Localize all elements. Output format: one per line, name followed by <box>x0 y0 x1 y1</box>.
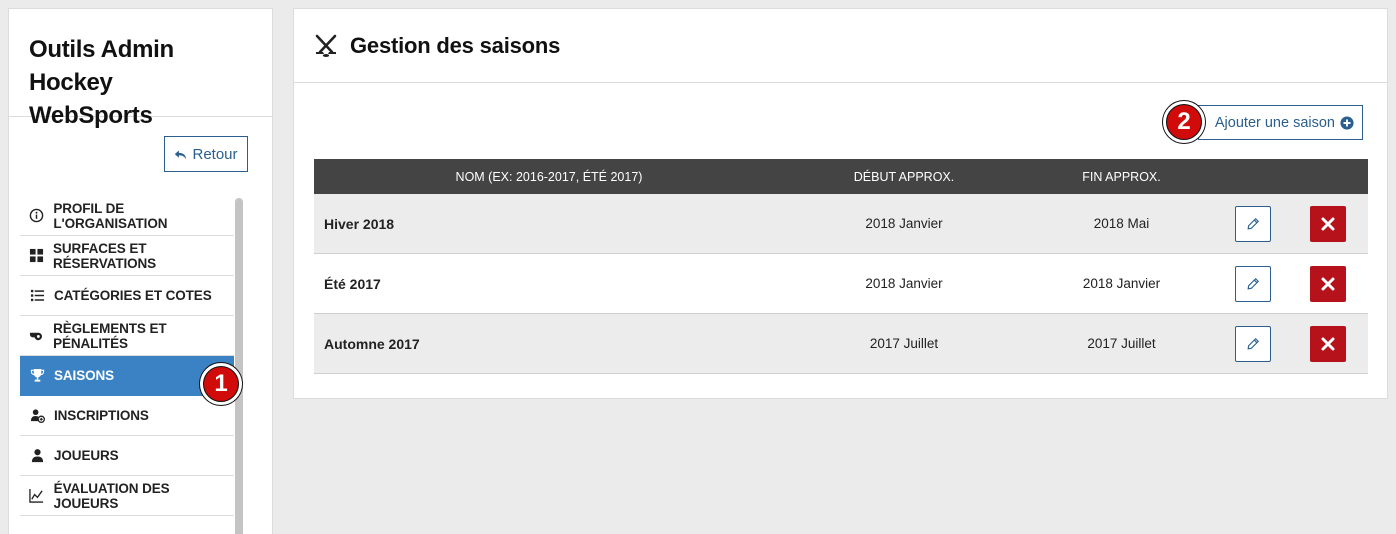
sidebar-item-label: Saisons <box>54 368 115 383</box>
back-button-label: Retour <box>192 145 238 163</box>
row-actions <box>1219 254 1368 313</box>
sidebar-item-label: Catégories et cotes <box>54 288 212 303</box>
sidebar-item-label: Évaluation des joueurs <box>53 480 170 511</box>
trophy-icon <box>29 368 45 384</box>
season-name: Automne 2017 <box>324 335 420 352</box>
sidebar-item-label: Joueurs <box>54 448 119 463</box>
back-row: Retour <box>9 117 272 187</box>
edit-button[interactable] <box>1235 206 1271 242</box>
table-header: Nom (ex: 2016-2017, été 2017) Début appr… <box>314 159 1368 194</box>
season-end: 2018 Mai <box>1093 216 1150 231</box>
row-actions <box>1219 194 1368 253</box>
table-row: Hiver 2018 2018 Janvier 2018 Mai <box>314 194 1368 254</box>
edit-button[interactable] <box>1235 266 1271 302</box>
season-start: 2017 Juillet <box>869 336 939 351</box>
sidebar-item-label: Surfaces et réservations <box>53 240 157 271</box>
list-icon <box>29 288 45 304</box>
line-chart-icon <box>29 488 45 504</box>
sidebar-item-label: Inscriptions <box>54 408 149 423</box>
header-end: Fin approx. <box>1082 169 1161 184</box>
edit-button[interactable] <box>1235 326 1271 362</box>
panel-header: Gestion des saisons <box>294 9 1387 83</box>
delete-button[interactable] <box>1310 326 1346 362</box>
close-icon <box>1321 337 1335 351</box>
reply-icon <box>175 149 187 159</box>
season-start: 2018 Janvier <box>865 276 943 291</box>
seasons-table: Nom (ex: 2016-2017, été 2017) Début appr… <box>314 159 1368 374</box>
table-row: Été 2017 2018 Janvier 2018 Janvier <box>314 254 1368 314</box>
season-name: Hiver 2018 <box>324 215 395 232</box>
header-name: Nom (ex: 2016-2017, été 2017) <box>455 169 643 184</box>
pencil-icon <box>1247 337 1260 350</box>
main-panel: Gestion des saisons Ajouter une saison N… <box>293 8 1388 399</box>
close-icon <box>1321 277 1335 291</box>
season-end: 2017 Juillet <box>1087 336 1156 351</box>
delete-button[interactable] <box>1310 206 1346 242</box>
app-title-line1: Outils Admin Hockey <box>29 36 174 96</box>
sidebar-header: Outils Admin Hockey WebSports <box>9 9 272 129</box>
callout-badge-2: 2 <box>1163 101 1205 143</box>
sidebar-item-surfaces[interactable]: Surfaces et réservations <box>20 236 234 276</box>
callout-badge-1: 1 <box>200 363 242 405</box>
add-season-button-label: Ajouter une saison <box>1214 114 1335 131</box>
row-actions <box>1219 314 1368 373</box>
hockey-sticks-icon <box>315 34 337 57</box>
back-button[interactable]: Retour <box>164 136 248 172</box>
header-actions <box>1219 159 1368 194</box>
user-add-icon <box>29 408 45 424</box>
sidebar-item-reglements[interactable]: Règlements et pénalités <box>20 316 234 356</box>
season-name: Été 2017 <box>324 275 381 292</box>
delete-button[interactable] <box>1310 266 1346 302</box>
sidebar-item-joueurs[interactable]: Joueurs <box>20 436 234 476</box>
grid-icon <box>29 248 44 264</box>
sidebar-item-categories[interactable]: Catégories et cotes <box>20 276 234 316</box>
table-row: Automne 2017 2017 Juillet 2017 Juillet <box>314 314 1368 374</box>
season-end: 2018 Janvier <box>1082 276 1161 291</box>
whistle-icon <box>29 328 44 344</box>
sidebar-item-inscriptions[interactable]: Inscriptions <box>20 396 234 436</box>
page-title: Gestion des saisons <box>350 32 561 58</box>
season-start: 2018 Janvier <box>865 216 943 231</box>
callout-number: 1 <box>204 367 238 401</box>
user-icon <box>29 448 45 464</box>
pencil-icon <box>1247 277 1260 290</box>
callout-number: 2 <box>1167 105 1201 139</box>
sidebar-item-label: Règlements et pénalités <box>53 320 167 351</box>
close-icon <box>1321 217 1335 231</box>
sidebar-item-profil[interactable]: Profil de l'organisation <box>20 196 234 236</box>
plus-circle-icon <box>1340 115 1354 130</box>
info-circle-icon <box>29 208 44 224</box>
sidebar-item-label: Profil de l'organisation <box>53 200 168 231</box>
sidebar-item-evaluation[interactable]: Évaluation des joueurs <box>20 476 234 516</box>
pencil-icon <box>1247 217 1260 230</box>
header-start: Début approx. <box>853 169 955 184</box>
add-season-button[interactable]: Ajouter une saison <box>1198 105 1363 140</box>
sidebar-menu: Profil de l'organisation Surfaces et rés… <box>20 196 234 516</box>
sidebar-scrollbar[interactable] <box>235 198 243 534</box>
